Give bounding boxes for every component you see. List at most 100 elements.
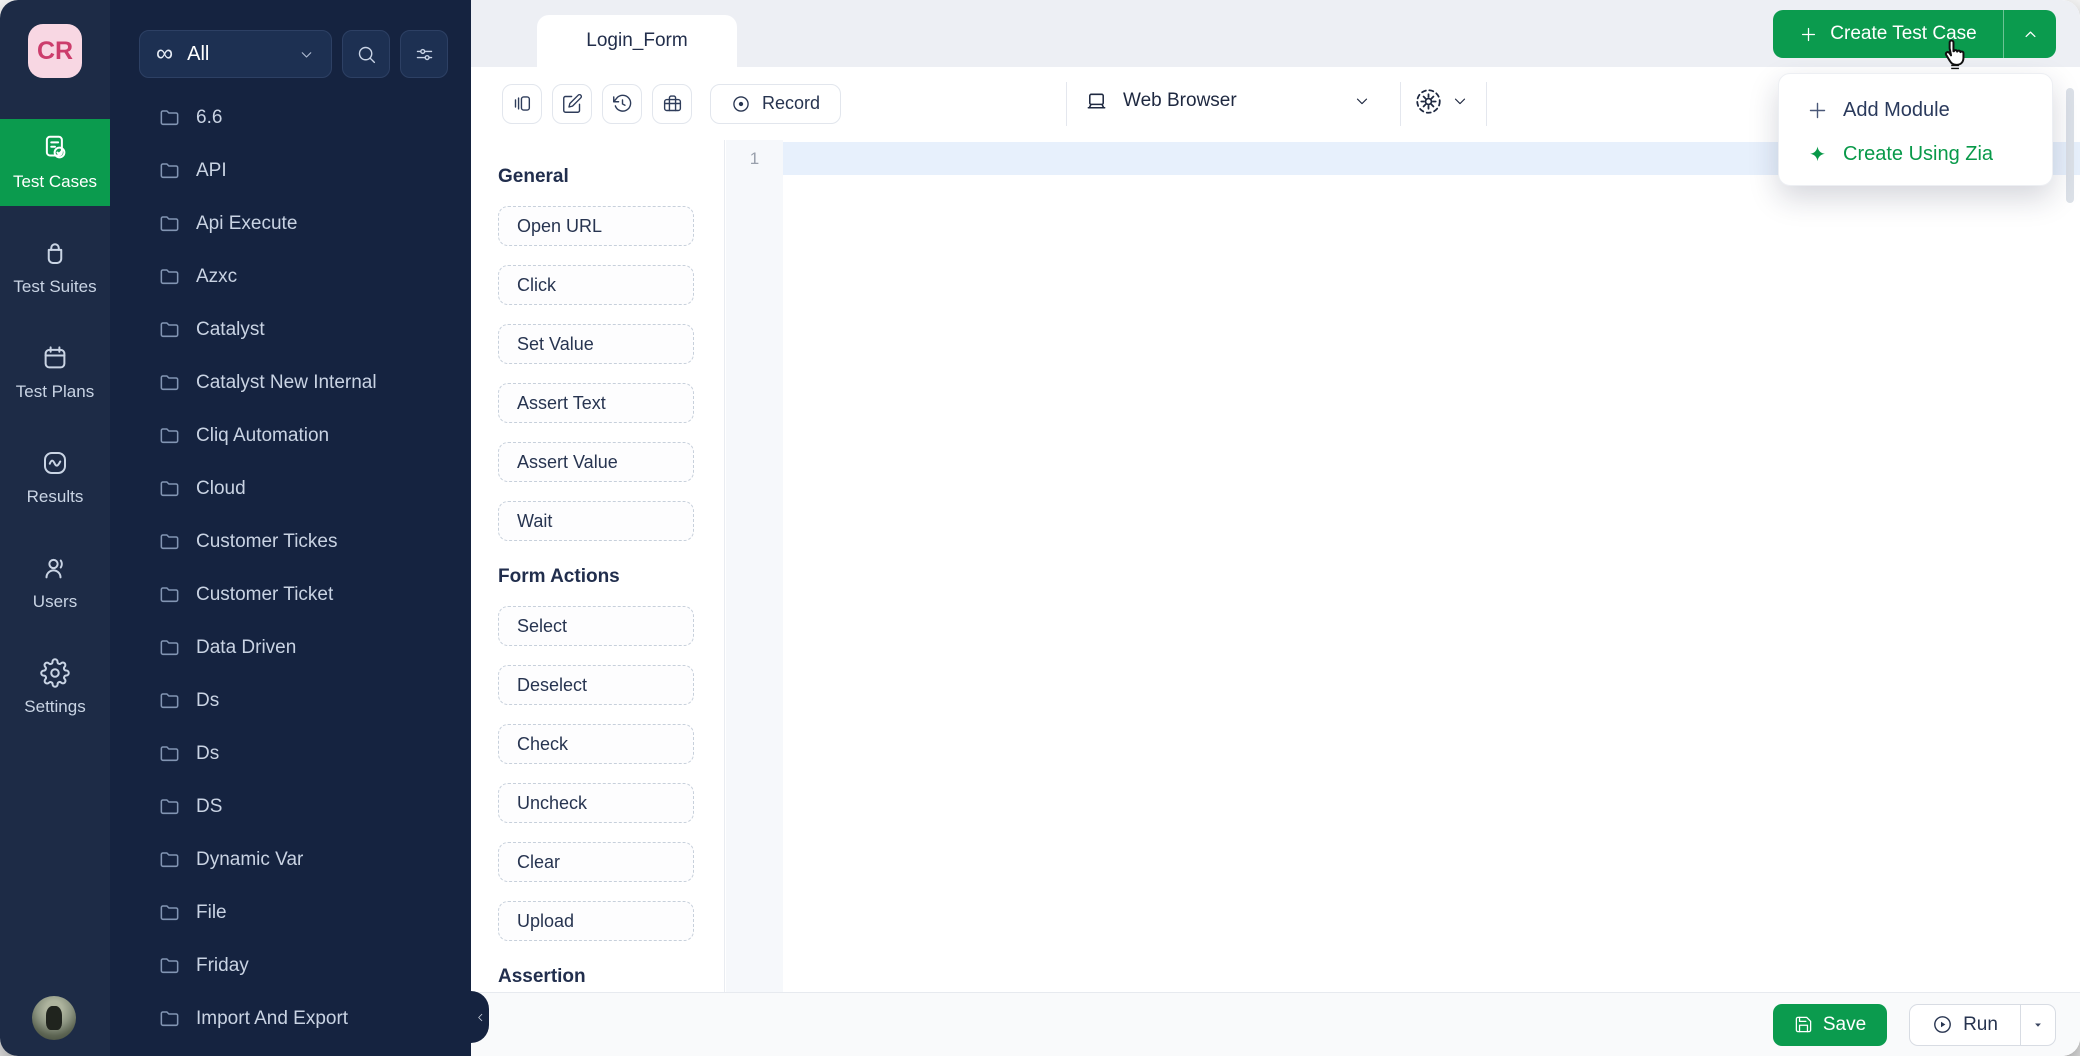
- search-button[interactable]: [342, 30, 390, 78]
- folder-name: Import And Export: [196, 1008, 348, 1030]
- save-button[interactable]: Save: [1773, 1004, 1887, 1046]
- toolbar-button[interactable]: [502, 84, 542, 124]
- toolbar-button[interactable]: [602, 84, 642, 124]
- action-button[interactable]: Open URL: [498, 206, 694, 246]
- caret-down-icon: [2031, 1018, 2045, 1032]
- run-button[interactable]: Run: [1910, 1005, 2020, 1045]
- folder-item[interactable]: Import And Export: [110, 992, 471, 1045]
- action-button[interactable]: Upload: [498, 901, 694, 941]
- sidebar-item-label: Test Suites: [13, 277, 96, 297]
- action-button[interactable]: Clear: [498, 842, 694, 882]
- menu-item-add-module[interactable]: Add Module: [1779, 88, 2052, 132]
- sidebar-item[interactable]: Results: [0, 434, 110, 521]
- sidebar-item-label: Results: [27, 487, 84, 507]
- folder-item[interactable]: Data Driven: [110, 621, 471, 674]
- briefcase-icon: [662, 93, 683, 114]
- filter-icon: [414, 44, 435, 65]
- history-icon: [612, 93, 633, 114]
- folder-item[interactable]: Customer Tickes: [110, 515, 471, 568]
- folder-item[interactable]: 6.6: [110, 91, 471, 144]
- folder-item[interactable]: Cliq Automation: [110, 409, 471, 462]
- action-button[interactable]: Click: [498, 265, 694, 305]
- execution-settings-dropdown[interactable]: [1415, 79, 1469, 123]
- action-button[interactable]: Set Value: [498, 324, 694, 364]
- action-button[interactable]: Wait: [498, 501, 694, 541]
- chevron-down-icon: [298, 46, 315, 63]
- toolbar-separator: [1486, 82, 1487, 126]
- users-icon: [40, 553, 70, 583]
- sidebar-item[interactable]: Settings: [0, 644, 110, 731]
- chevron-down-icon: [1353, 92, 1371, 110]
- run-options-caret[interactable]: [2020, 1005, 2055, 1045]
- sidebar-item-label: Test Cases: [13, 172, 97, 192]
- actions-palette: General Open URL Click Set Value Assert …: [471, 140, 725, 992]
- primary-nav: Test Cases Test Suites Test Plans: [0, 119, 110, 731]
- folder-item[interactable]: Cloud: [110, 462, 471, 515]
- sidebar-item[interactable]: Users: [0, 539, 110, 626]
- menu-item-create-using-zia[interactable]: Create Using Zia: [1779, 132, 2052, 176]
- folder-name: File: [196, 902, 227, 924]
- action-button[interactable]: Uncheck: [498, 783, 694, 823]
- folder-item[interactable]: Api Execute: [110, 197, 471, 250]
- tab-login-form[interactable]: Login_Form: [537, 15, 737, 67]
- section-title-general: General: [498, 166, 724, 188]
- toolbar-button[interactable]: [552, 84, 592, 124]
- folder-name: Cliq Automation: [196, 425, 329, 447]
- toolbar-button[interactable]: [652, 84, 692, 124]
- folder-icon: [158, 795, 181, 818]
- action-button[interactable]: Deselect: [498, 665, 694, 705]
- save-icon: [1794, 1015, 1813, 1034]
- plus-icon: [1799, 25, 1818, 44]
- environment-dropdown[interactable]: Web Browser: [1085, 79, 1371, 123]
- folder-item[interactable]: DS: [110, 780, 471, 833]
- scope-dropdown[interactable]: ∞ All: [139, 30, 332, 78]
- action-button[interactable]: Check: [498, 724, 694, 764]
- folder-item[interactable]: Ds: [110, 674, 471, 727]
- folder-name: Data Driven: [196, 637, 296, 659]
- folder-item[interactable]: Catalyst New Internal: [110, 356, 471, 409]
- editor-scrollbar[interactable]: [2066, 88, 2074, 203]
- action-button[interactable]: Assert Value: [498, 442, 694, 482]
- code-editor[interactable]: [783, 140, 2080, 992]
- sidebar-item-label: Settings: [24, 697, 85, 717]
- folder-item[interactable]: Azxc: [110, 250, 471, 303]
- folder-icon: [158, 636, 181, 659]
- org-avatar[interactable]: CR: [28, 24, 82, 78]
- gear-icon: [1415, 88, 1442, 115]
- folder-icon: [158, 901, 181, 924]
- folder-name: Catalyst New Internal: [196, 372, 377, 394]
- folder-item[interactable]: API: [110, 144, 471, 197]
- footer-bar: Save Run: [471, 992, 2080, 1056]
- create-dropdown-menu: Add Module Create Using Zia: [1778, 73, 2053, 186]
- create-test-case-split: Create Test Case: [1773, 10, 2056, 58]
- action-button[interactable]: Select: [498, 606, 694, 646]
- explorer-panel: ∞ All: [110, 0, 471, 1056]
- folder-name: Api Execute: [196, 213, 297, 235]
- action-button[interactable]: Assert Text: [498, 383, 694, 423]
- folder-item[interactable]: Catalyst: [110, 303, 471, 356]
- folder-name: Friday: [196, 955, 249, 977]
- create-test-case-button[interactable]: Create Test Case: [1773, 10, 2003, 58]
- filter-button[interactable]: [400, 30, 448, 78]
- sidebar-item[interactable]: Test Plans: [0, 329, 110, 416]
- record-button[interactable]: Record: [710, 84, 841, 124]
- sidebar-item[interactable]: Test Cases: [0, 119, 110, 206]
- environment-label: Web Browser: [1123, 90, 1237, 112]
- results-icon: [40, 448, 70, 478]
- folder-item[interactable]: File: [110, 886, 471, 939]
- toolbar-separator: [1400, 82, 1401, 126]
- folder-item[interactable]: Ds: [110, 727, 471, 780]
- folder-item[interactable]: Customer Ticket: [110, 568, 471, 621]
- folder-item[interactable]: Dynamic Var: [110, 833, 471, 886]
- toolbar-separator: [1066, 82, 1067, 126]
- search-icon: [356, 44, 377, 65]
- folder-icon: [158, 1007, 181, 1030]
- folder-item[interactable]: Friday: [110, 939, 471, 992]
- create-menu-toggle[interactable]: [2003, 10, 2056, 58]
- laptop-icon: [1085, 90, 1108, 113]
- user-avatar[interactable]: [32, 996, 76, 1040]
- sidebar-item[interactable]: Test Suites: [0, 224, 110, 311]
- edit-icon: [562, 93, 583, 114]
- folder-name: DS: [196, 796, 222, 818]
- folder-list: 6.6 API Api Execute Azxc: [110, 91, 471, 1056]
